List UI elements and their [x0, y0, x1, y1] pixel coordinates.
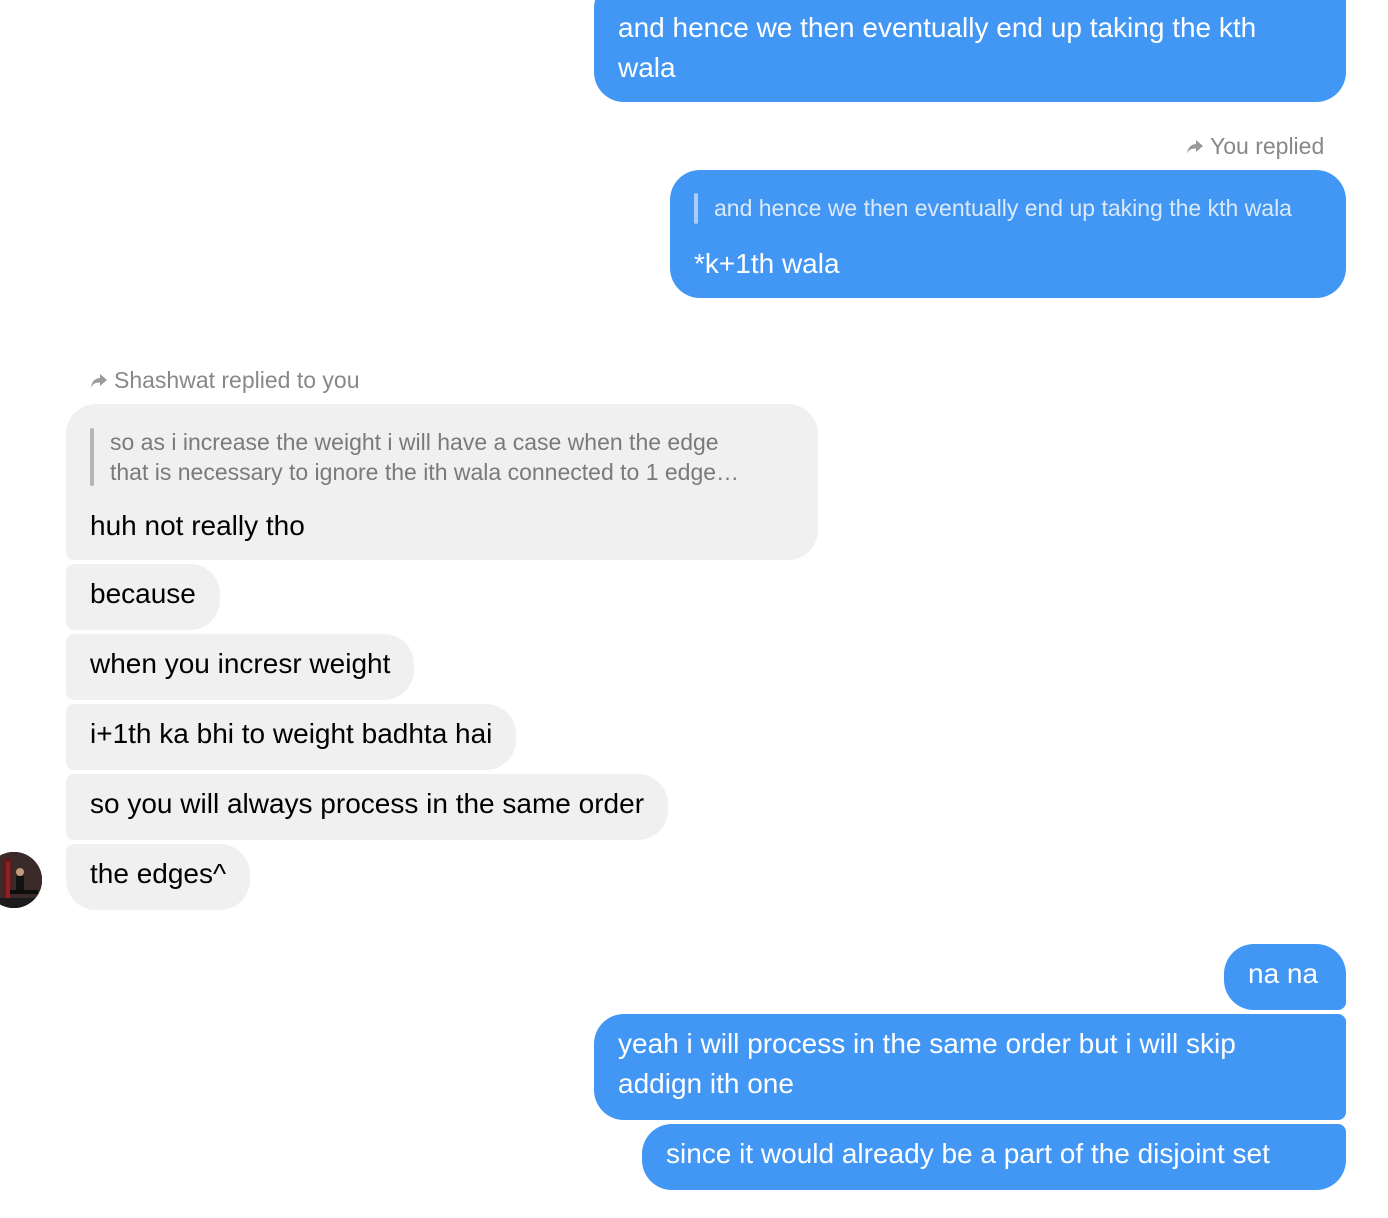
reply-arrow-icon	[91, 373, 107, 388]
incoming-message[interactable]: the edges^	[66, 844, 251, 910]
outgoing-message[interactable]: since it would already be a part of the …	[642, 1124, 1346, 1190]
message-text: i+1th ka bhi to weight badhta hai	[90, 718, 493, 749]
reply-label-text: You replied	[1210, 133, 1325, 159]
contact-avatar[interactable]	[0, 852, 42, 908]
outgoing-message[interactable]: na na	[1224, 944, 1346, 1010]
message-text: when you incresr weight	[90, 648, 391, 679]
message-text: *k+1th wala	[694, 248, 840, 279]
quoted-message: and hence we then eventually end up taki…	[714, 195, 1292, 221]
quote-bar	[694, 193, 698, 224]
quote-bar	[90, 428, 94, 486]
reply-label-text: Shashwat replied to you	[114, 367, 360, 393]
message-text: because	[90, 578, 196, 609]
reply-arrow-icon	[1187, 139, 1203, 154]
outgoing-message[interactable]: and hence we then eventually end up taki…	[594, 0, 1346, 102]
message-text: na na	[1248, 958, 1319, 989]
incoming-message[interactable]: i+1th ka bhi to weight badhta hai	[66, 704, 517, 770]
incoming-message[interactable]: so you will always process in the same o…	[66, 774, 669, 840]
quoted-message-line-1: so as i increase the weight i will have …	[110, 429, 719, 455]
message-text: and hence we then eventually end up taki…	[618, 12, 1257, 83]
shashwat-replied-label: Shashwat replied to you	[90, 367, 360, 394]
incoming-message[interactable]: when you incresr weight	[66, 634, 415, 700]
message-text: since it would already be a part of the …	[666, 1138, 1270, 1169]
avatar-image	[0, 852, 42, 908]
message-text: yeah i will process in the same order bu…	[618, 1028, 1236, 1099]
you-replied-label: You replied	[1186, 133, 1324, 160]
message-text: so you will always process in the same o…	[90, 788, 645, 819]
quoted-message-line-2: that is necessary to ignore the ith wala…	[110, 459, 740, 485]
message-text: the edges^	[90, 858, 227, 889]
outgoing-message[interactable]: yeah i will process in the same order bu…	[594, 1014, 1346, 1120]
incoming-message[interactable]: because	[66, 564, 220, 630]
message-text: huh not really tho	[90, 510, 305, 541]
